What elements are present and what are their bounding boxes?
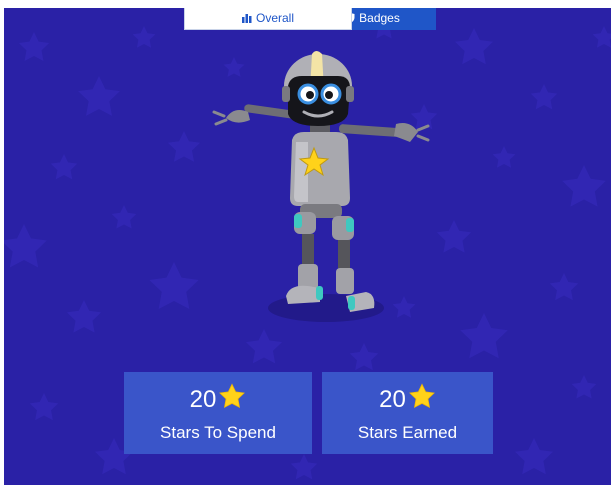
star-icon bbox=[408, 383, 436, 411]
stars-to-spend-value-row: 20 bbox=[124, 382, 312, 418]
profile-panel: Overall Badges 20 Stars To Spend 20 Star… bbox=[4, 8, 611, 485]
bar-chart-icon bbox=[241, 13, 252, 23]
tab-overall-label: Overall bbox=[255, 10, 294, 25]
stars-earned-card: 20 Stars Earned bbox=[322, 372, 493, 454]
stars-earned-count: 20 bbox=[379, 386, 406, 413]
tab-overall[interactable]: Overall bbox=[184, 8, 352, 30]
stars-earned-value-row: 20 bbox=[322, 382, 493, 418]
star-icon bbox=[218, 383, 246, 411]
stars-to-spend-card: 20 Stars To Spend bbox=[124, 372, 312, 454]
robot-avatar bbox=[204, 46, 444, 336]
tab-bar: Overall Badges bbox=[184, 8, 436, 34]
stars-earned-label: Stars Earned bbox=[357, 423, 458, 442]
stars-to-spend-label: Stars To Spend bbox=[160, 423, 276, 442]
stars-to-spend-count: 20 bbox=[189, 386, 217, 413]
tab-badges-label: Badges bbox=[359, 11, 400, 25]
